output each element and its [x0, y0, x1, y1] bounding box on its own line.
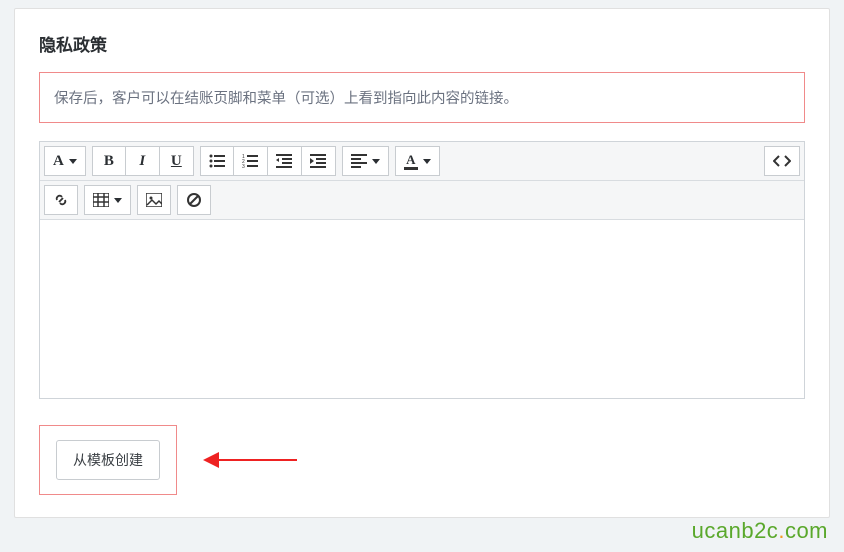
outdent-button[interactable] — [268, 146, 302, 176]
code-view-button[interactable] — [764, 146, 800, 176]
table-icon — [93, 193, 109, 207]
font-style-glyph: A — [53, 153, 64, 170]
text-color-button[interactable]: A — [395, 146, 440, 176]
chevron-down-icon — [423, 159, 431, 164]
editor-content-area[interactable] — [40, 220, 804, 398]
align-button[interactable] — [342, 146, 389, 176]
page-title: 隐私政策 — [39, 31, 805, 56]
bold-icon: B — [104, 153, 114, 170]
unordered-list-icon — [209, 154, 225, 168]
indent-icon — [310, 154, 326, 168]
font-style-button[interactable]: A — [44, 146, 86, 176]
table-button[interactable] — [84, 185, 131, 215]
ordered-list-button[interactable]: 1 2 3 — [234, 146, 268, 176]
link-button[interactable] — [44, 185, 78, 215]
rich-text-editor: A B I U — [39, 141, 805, 399]
italic-icon: I — [139, 153, 145, 170]
italic-button[interactable]: I — [126, 146, 160, 176]
text-color-glyph: A — [406, 153, 415, 166]
editor-toolbar: A B I U — [40, 142, 804, 181]
create-from-template-button[interactable]: 从模板创建 — [56, 440, 160, 480]
ordered-list-icon: 1 2 3 — [242, 154, 258, 168]
remove-format-button[interactable] — [177, 185, 211, 215]
privacy-policy-card: 隐私政策 保存后，客户可以在结账页脚和菜单（可选）上看到指向此内容的链接。 A … — [14, 8, 830, 518]
bold-button[interactable]: B — [92, 146, 126, 176]
info-message: 保存后，客户可以在结账页脚和菜单（可选）上看到指向此内容的链接。 — [39, 72, 805, 123]
indent-button[interactable] — [302, 146, 336, 176]
chevron-down-icon — [69, 159, 77, 164]
outdent-icon — [276, 154, 292, 168]
watermark-c: com — [785, 518, 828, 543]
underline-button[interactable]: U — [160, 146, 194, 176]
ban-icon — [186, 192, 202, 208]
color-underline-icon — [404, 167, 418, 170]
image-button[interactable] — [137, 185, 171, 215]
highlight-box: 从模板创建 — [39, 425, 177, 495]
chevron-down-icon — [372, 159, 380, 164]
svg-text:3: 3 — [242, 164, 245, 168]
watermark: ucanb2c.com — [692, 518, 828, 544]
align-left-icon — [351, 154, 367, 168]
chevron-down-icon — [114, 198, 122, 203]
footer-row: 从模板创建 — [39, 425, 805, 495]
editor-toolbar-row2 — [40, 181, 804, 220]
underline-icon: U — [171, 153, 182, 170]
image-icon — [146, 193, 162, 207]
arrow-left-icon — [217, 459, 297, 461]
watermark-dot: . — [778, 518, 785, 543]
code-icon — [773, 155, 791, 167]
watermark-a: ucanb2c — [692, 518, 779, 543]
unordered-list-button[interactable] — [200, 146, 234, 176]
link-icon — [53, 192, 69, 208]
